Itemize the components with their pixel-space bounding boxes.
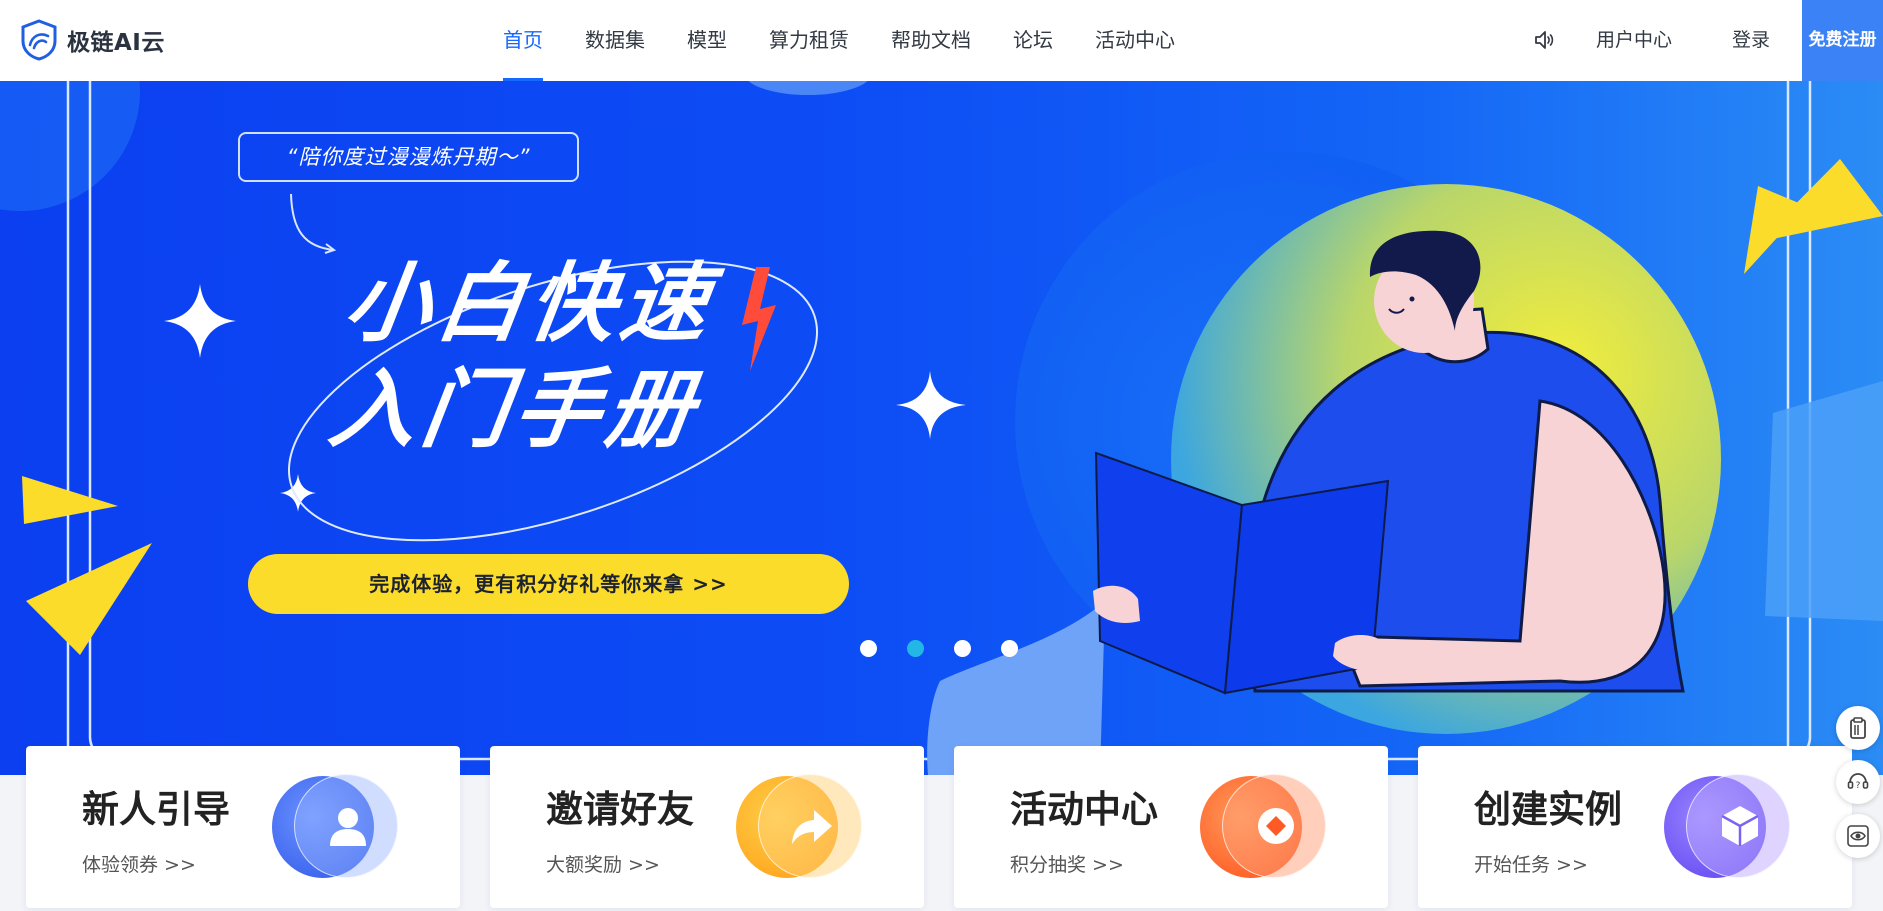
card-activity-center[interactable]: 活动中心 积分抽奖 >>	[954, 746, 1388, 908]
nav-forum[interactable]: 论坛	[1013, 0, 1053, 81]
nav-home[interactable]: 首页	[503, 0, 543, 81]
eye-icon	[1847, 825, 1869, 847]
main-nav: 首页 数据集 模型 算力租赁 帮助文档 论坛 活动中心	[503, 0, 1217, 81]
card-link[interactable]: 大额奖励 >>	[546, 850, 660, 877]
top-header: 极链AI云 首页 数据集 模型 算力租赁 帮助文档 论坛 活动中心 用户中心 登…	[0, 0, 1883, 81]
cube-icon	[1664, 774, 1792, 880]
card-newbie-guide[interactable]: 新人引导 体验领券 >>	[26, 746, 460, 908]
shield-logo-icon	[21, 19, 57, 61]
carousel-dot-1[interactable]	[860, 640, 877, 657]
banner-quote: “陪你度过漫漫炼丹期～”	[238, 132, 579, 182]
speaker-icon[interactable]	[1533, 28, 1555, 52]
svg-text:?: ?	[1856, 781, 1861, 791]
nav-compute-rental[interactable]: 算力租赁	[769, 0, 849, 81]
user-icon	[272, 774, 400, 880]
card-link[interactable]: 体验领券 >>	[82, 850, 196, 877]
card-create-instance[interactable]: 创建实例 开始任务 >>	[1418, 746, 1852, 908]
banner-headline: 小白快速 入门手册	[323, 251, 721, 463]
clipboard-icon	[1850, 717, 1866, 739]
card-title: 新人引导	[82, 788, 230, 831]
hero-banner[interactable]: “陪你度过漫漫炼丹期～” 小白快速 入门手册 完成体验，更有积分好礼等你来拿 >…	[0, 81, 1883, 775]
card-title: 创建实例	[1474, 788, 1622, 831]
card-title: 活动中心	[1010, 788, 1158, 831]
login-link[interactable]: 登录	[1732, 0, 1770, 81]
nav-models[interactable]: 模型	[687, 0, 727, 81]
banner-illustration	[0, 81, 1883, 775]
card-link[interactable]: 开始任务 >>	[1474, 850, 1588, 877]
support-icon: ?	[1847, 773, 1869, 791]
banner-cta-button[interactable]: 完成体验，更有积分好礼等你来拿 >>	[248, 554, 849, 614]
card-link[interactable]: 积分抽奖 >>	[1010, 850, 1124, 877]
share-arrow-icon	[736, 774, 864, 880]
nav-activity-center[interactable]: 活动中心	[1095, 0, 1175, 81]
carousel-dot-2[interactable]	[907, 640, 924, 657]
card-invite-friends[interactable]: 邀请好友 大额奖励 >>	[490, 746, 924, 908]
carousel-dots	[860, 640, 1048, 657]
register-button[interactable]: 免费注册	[1802, 0, 1883, 81]
clipboard-tool[interactable]	[1836, 706, 1880, 750]
carousel-dot-4[interactable]	[1001, 640, 1018, 657]
headline-line-1: 小白快速	[338, 254, 721, 354]
support-tool[interactable]: ?	[1836, 760, 1880, 804]
user-center-link[interactable]: 用户中心	[1596, 0, 1672, 81]
nav-help-docs[interactable]: 帮助文档	[891, 0, 971, 81]
logo[interactable]: 极链AI云	[20, 18, 165, 62]
headline-line-2: 入门手册	[323, 360, 706, 460]
coin-icon	[1200, 774, 1328, 880]
eye-tool[interactable]	[1836, 814, 1880, 858]
nav-datasets[interactable]: 数据集	[585, 0, 645, 81]
card-title: 邀请好友	[546, 788, 694, 831]
logo-text: 极链AI云	[67, 30, 165, 56]
carousel-dot-3[interactable]	[954, 640, 971, 657]
